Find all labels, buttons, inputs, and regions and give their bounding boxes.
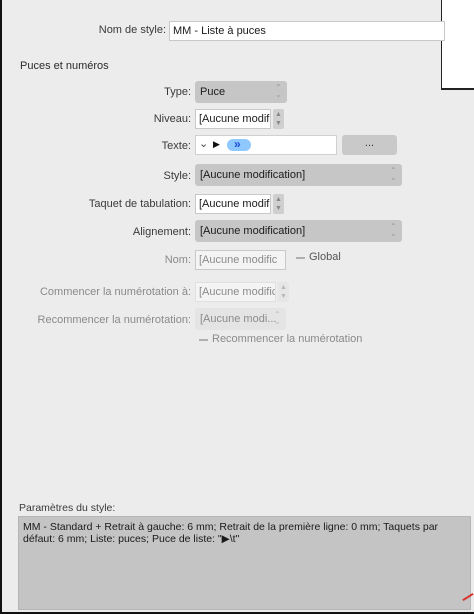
taquet-label: Taquet de tabulation: [88,198,191,210]
commencer-stepper[interactable]: ▲ ▼ [278,282,289,302]
updown-chevron-icon: ⌃ ⌄ [274,310,281,326]
niveau-label: Niveau: [153,113,191,125]
bullet-glyph: » [234,137,241,151]
insert-character-button[interactable]: ... [342,135,397,155]
type-value: Puce [200,86,226,98]
type-label: Type: [164,86,191,98]
recommencer-label: Recommencer la numérotation: [37,314,191,326]
style-label: Style: [163,170,191,182]
style-value: [Aucune modification] [200,169,306,181]
commencer-label: Commencer la numérotation à: [39,286,191,298]
type-select[interactable]: Puce ⌃ ⌄ [195,81,287,103]
taquet-stepper[interactable]: ▲ ▼ [273,194,284,214]
updown-chevron-icon: ⌃ ⌄ [390,166,397,182]
params-label: Paramètres du style: [19,502,116,514]
overlay-panel [441,0,474,89]
arrow-glyph: ▶ [213,139,220,149]
params-text: MM - Standard + Retrait à gauche: 6 mm; … [23,521,439,545]
alignement-label: Alignement: [132,226,191,238]
global-label: Global [309,251,341,263]
window-edge-left [0,0,2,614]
section-title: Puces et numéros [20,60,109,72]
style-name-input[interactable]: MM - Liste à puces [169,21,445,41]
overlay-divider [441,88,474,90]
style-name-label: Nom de style: [98,24,166,36]
updown-chevron-icon: ⌃ ⌄ [275,83,282,99]
taquet-input[interactable]: [Aucune modif [195,194,271,214]
recommencer-value: [Aucune modi... [200,313,277,325]
alignement-value: [Aucune modification] [200,225,306,237]
params-text-area: MM - Standard + Retrait à gauche: 6 mm; … [18,516,471,610]
recommencer-checkbox[interactable] [199,339,208,341]
nom-input[interactable]: [Aucune modific [195,250,286,270]
style-select[interactable]: [Aucune modification] ⌃ ⌄ [195,164,402,186]
commencer-input[interactable]: [Aucune modific [195,282,276,302]
niveau-input[interactable]: [Aucune modif [195,109,271,129]
chevron-down-icon[interactable]: ⌄ [199,137,208,150]
alignement-select[interactable]: [Aucune modification] ⌃ ⌄ [195,220,402,242]
recommencer-checkbox-label: Recommencer la numérotation [212,333,363,345]
recommencer-select[interactable]: [Aucune modi... ⌃ ⌄ [195,308,286,330]
global-checkbox[interactable] [296,257,305,259]
nom-label: Nom: [164,254,191,266]
texte-label: Texte: [161,140,191,152]
updown-chevron-icon: ⌃ ⌄ [390,222,397,238]
niveau-stepper[interactable]: ▲ ▼ [273,109,284,129]
